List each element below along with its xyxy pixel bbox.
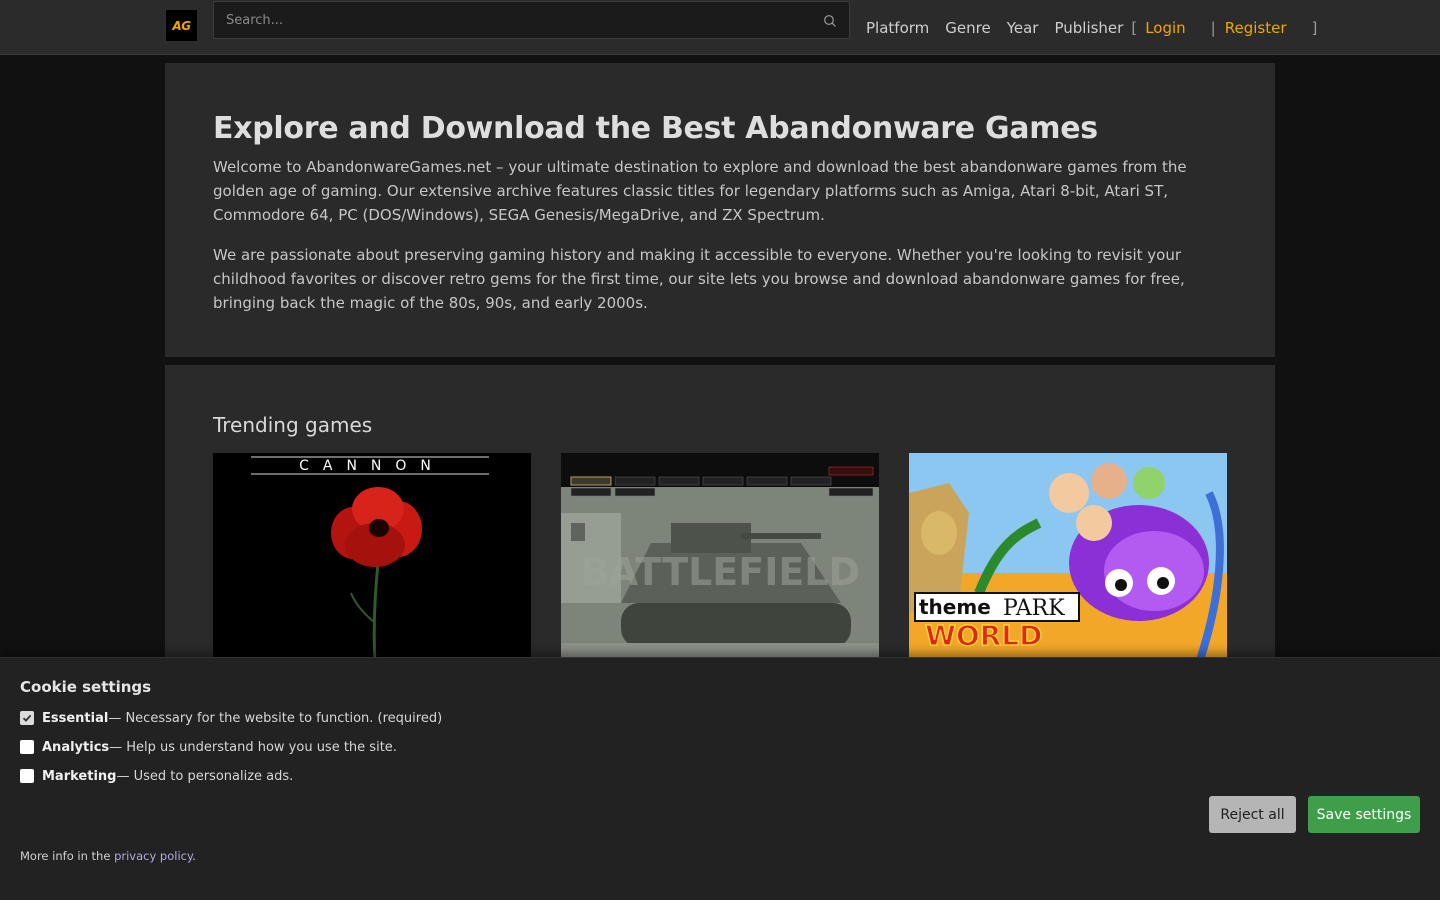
privacy-note: More info in the privacy policy. [20,849,196,863]
auth-bracket-open: [ [1131,19,1138,37]
privacy-note-prefix: More info in the [20,849,115,863]
cookie-title: Cookie settings [20,678,152,696]
cookie-option-essential[interactable]: Essential — Necessary for the website to… [20,709,442,727]
nav-genre[interactable]: Genre [945,19,990,37]
game-card-theme-park-world[interactable]: theme PARK WORLD [909,453,1227,663]
world-title-art: WORLD [925,619,1042,652]
search-icon[interactable] [823,14,837,28]
trending-title: Trending games [213,413,373,437]
top-bar: AG Platform Genre Year Publisher [ Login… [0,0,1440,55]
battlefield-cover-art: BATTLEFIELD [561,453,879,663]
privacy-policy-link[interactable]: privacy policy [114,849,192,863]
cannon-cover-art: CANNON [213,453,531,663]
analytics-desc: — Help us understand how you use the sit… [109,739,397,755]
theme-title-art: theme [919,595,991,619]
theme-park-world-cover-art: theme PARK WORLD [909,453,1227,663]
cookie-banner: Cookie settings Essential — Necessary fo… [0,657,1440,900]
page-title: Explore and Download the Best Abandonwar… [213,111,1098,146]
nav-year[interactable]: Year [1007,19,1039,37]
nav-platform[interactable]: Platform [866,19,929,37]
intro-paragraph-2: We are passionate about preserving gamin… [213,246,1185,312]
main-nav: Platform Genre Year Publisher [ Login | … [866,17,1317,39]
battlefield-title-art: BATTLEFIELD [580,550,860,594]
analytics-checkbox[interactable] [20,740,34,754]
cannon-title-art: CANNON [299,458,445,474]
game-card-battlefield[interactable]: BATTLEFIELD [561,453,879,663]
marketing-checkbox[interactable] [20,769,34,783]
search-box [213,1,850,39]
analytics-label: Analytics [42,739,110,755]
cookie-option-analytics[interactable]: Analytics — Help us understand how you u… [20,738,397,756]
essential-desc: — Necessary for the website to function.… [108,710,443,726]
auth-separator: | [1210,19,1216,37]
trending-cards: CANNON BATTLEFIELD theme PARK WORLD [213,453,1227,663]
essential-checkbox[interactable] [20,711,34,725]
marketing-label: Marketing [42,768,117,784]
essential-label: Essential [42,710,109,726]
intro-paragraph-1: Welcome to AbandonwareGames.net – your u… [213,158,1187,224]
logo-text: AG [172,18,191,33]
save-settings-button[interactable]: Save settings [1308,796,1420,833]
marketing-desc: — Used to personalize ads. [116,768,294,784]
checkmark-icon [22,714,32,722]
site-logo[interactable]: AG [166,10,197,41]
register-link[interactable]: Register [1225,19,1287,37]
privacy-note-suffix: . [192,849,196,863]
intro-section: Explore and Download the Best Abandonwar… [165,63,1275,357]
cookie-option-marketing[interactable]: Marketing — Used to personalize ads. [20,767,293,785]
auth-bracket-close: ] [1311,19,1318,37]
game-card-cannon[interactable]: CANNON [213,453,531,663]
search-input[interactable] [214,2,804,38]
nav-publisher[interactable]: Publisher [1054,19,1123,37]
login-link[interactable]: Login [1145,19,1185,37]
park-title-art: PARK [1003,596,1065,621]
reject-all-button[interactable]: Reject all [1209,796,1296,833]
